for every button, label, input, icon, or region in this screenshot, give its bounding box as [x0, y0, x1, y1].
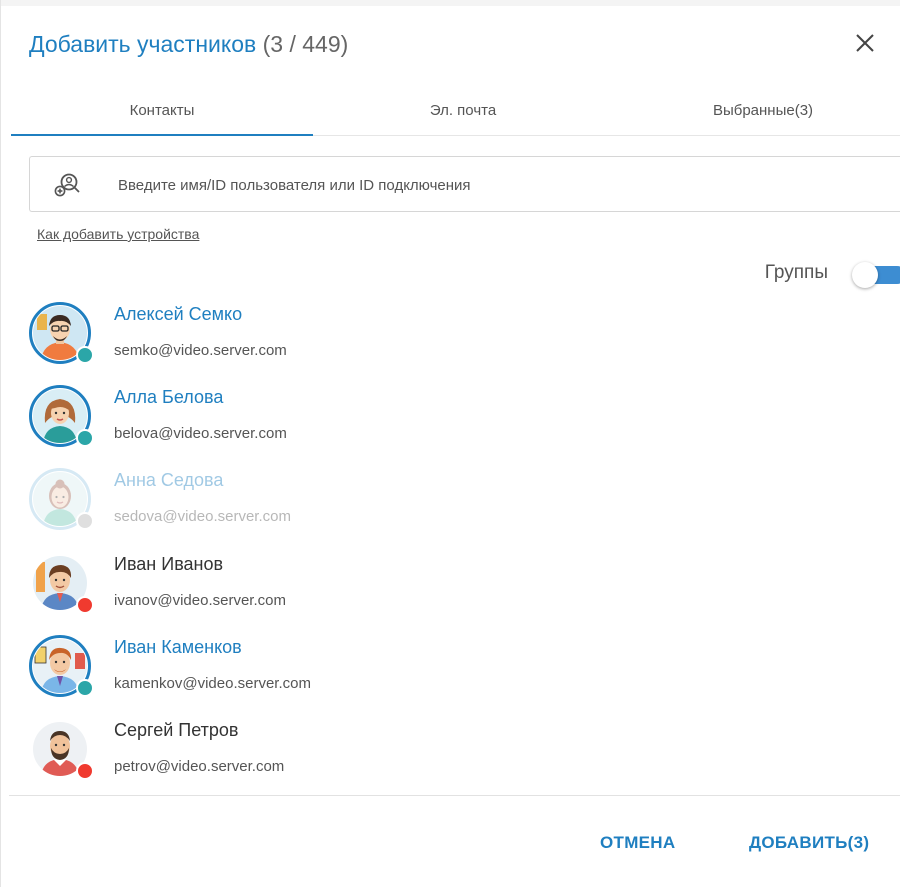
avatar: [29, 635, 94, 697]
avatar: [29, 552, 94, 614]
contact-item[interactable]: Сергей Петров petrov@video.server.com: [29, 706, 889, 786]
contact-name: Иван Иванов: [114, 554, 224, 574]
status-online-icon: [76, 346, 94, 364]
close-icon: [856, 34, 874, 52]
tab-contacts[interactable]: Контакты: [11, 90, 313, 136]
add-button[interactable]: ДОБАВИТЬ(3): [749, 833, 869, 853]
contact-email: ivanov@video.server.com: [114, 592, 286, 609]
tab-selected[interactable]: Выбранные(3): [613, 90, 900, 135]
contact-item[interactable]: Иван Каменков kamenkov@video.server.com: [29, 623, 889, 703]
cancel-button[interactable]: ОТМЕНА: [600, 833, 675, 853]
avatar: [29, 468, 94, 530]
toggle-knob: [852, 262, 878, 288]
tab-email[interactable]: Эл. почта: [313, 90, 613, 135]
contact-name: Алла Белова: [114, 387, 224, 407]
status-online-icon: [76, 679, 94, 697]
contact-item[interactable]: Алла Белова belova@video.server.com: [29, 373, 889, 453]
contact-name: Иван Каменков: [114, 637, 242, 657]
how-to-add-devices-link[interactable]: Как добавить устройства: [37, 226, 199, 242]
dialog-header: Добавить участников (3 / 449): [29, 26, 890, 66]
contact-item-unavailable[interactable]: Анна Седова sedova@video.server.com: [29, 456, 889, 536]
contact-name: Анна Седова: [114, 470, 224, 490]
background-strip: [1, 0, 900, 6]
status-busy-icon: [76, 762, 94, 780]
contact-item[interactable]: Алексей Семко semko@video.server.com: [29, 290, 889, 370]
footer-divider: [9, 795, 900, 796]
contact-name: Сергей Петров: [114, 720, 239, 740]
dialog-title: Добавить участников (3 / 449): [29, 26, 890, 62]
avatar: [29, 718, 94, 780]
contact-email: sedova@video.server.com: [114, 508, 291, 525]
participant-count: (3 / 449): [262, 31, 349, 57]
contact-email: kamenkov@video.server.com: [114, 675, 311, 692]
dialog-title-text: Добавить участников: [29, 31, 257, 57]
status-online-icon: [76, 429, 94, 447]
tabs-bar: Контакты Эл. почта Выбранные(3): [11, 90, 900, 136]
avatar: [29, 302, 94, 364]
status-busy-icon: [76, 596, 94, 614]
contact-item[interactable]: Иван Иванов ivanov@video.server.com: [29, 540, 889, 620]
contact-email: semko@video.server.com: [114, 342, 287, 359]
contact-email: belova@video.server.com: [114, 425, 287, 442]
avatar: [29, 385, 94, 447]
status-offline-icon: [76, 512, 94, 530]
search-input[interactable]: [116, 157, 880, 213]
search-box: [29, 156, 900, 213]
groups-toggle-row: Группы: [700, 258, 900, 292]
groups-toggle[interactable]: [852, 262, 900, 288]
contact-email: petrov@video.server.com: [114, 758, 285, 775]
search-user-icon: [54, 171, 82, 199]
add-participants-dialog: Добавить участников (3 / 449) Контакты Э…: [0, 0, 900, 887]
groups-label: Группы: [764, 262, 828, 283]
contact-name: Алексей Семко: [114, 304, 243, 324]
close-button[interactable]: [852, 30, 878, 56]
